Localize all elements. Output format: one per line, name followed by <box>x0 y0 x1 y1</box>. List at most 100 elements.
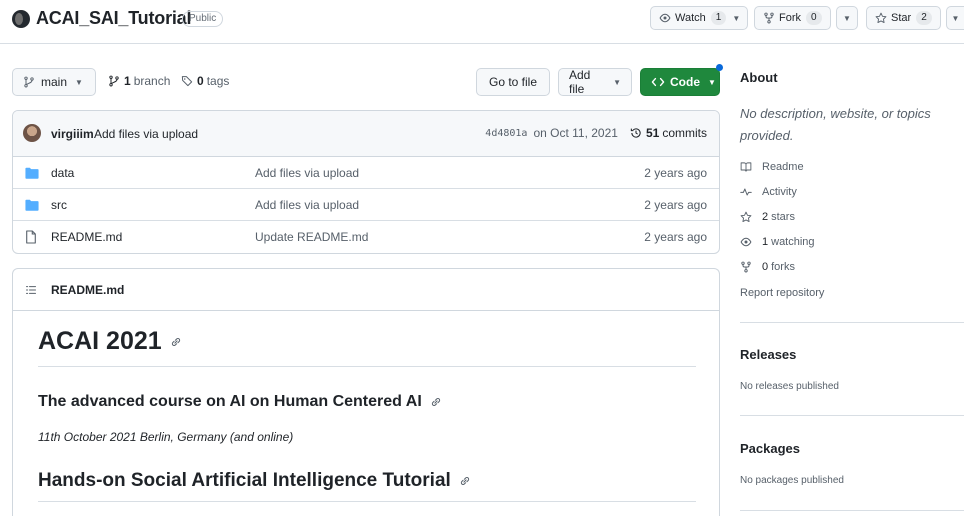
file-commit-message[interactable]: Add files via upload <box>255 166 359 180</box>
code-button[interactable]: Code ▼ <box>640 68 720 96</box>
heading-divider <box>38 366 696 367</box>
file-browser: virgiiim Add files via upload 4d4801a on… <box>12 110 720 254</box>
chevron-down-icon: ▼ <box>613 77 621 87</box>
owner-avatar[interactable] <box>12 10 30 28</box>
fork-icon <box>764 12 774 24</box>
link-icon[interactable] <box>170 336 182 348</box>
heading-text: The advanced course on AI on Human Cente… <box>38 393 422 410</box>
commit-message[interactable]: Add files via upload <box>94 127 198 141</box>
about-heading: About <box>740 70 778 85</box>
forks-count: 0 <box>762 261 769 273</box>
fork-label: Fork <box>779 12 801 24</box>
pulse-icon <box>740 188 752 196</box>
star-dropdown-button[interactable]: ▼ <box>946 6 964 30</box>
book-icon <box>740 162 752 172</box>
fork-count: 0 <box>806 11 822 25</box>
chevron-down-icon: ▼ <box>708 77 716 87</box>
fork-dropdown-button[interactable]: ▼ <box>836 6 858 30</box>
sidebar-divider <box>740 415 964 416</box>
notification-dot <box>716 64 723 71</box>
commit-meta: 4d4801a on Oct 11, 2021 51 commits <box>485 126 707 140</box>
git-branch-icon <box>24 76 34 88</box>
watching-count: 1 <box>762 236 769 248</box>
heading-text: ACAI 2021 <box>38 327 162 355</box>
file-row-data[interactable]: data Add files via upload 2 years ago <box>13 157 719 189</box>
git-branch-icon <box>109 75 119 87</box>
folder-icon <box>25 167 39 179</box>
readme-heading-1: ACAI 2021 <box>38 327 182 356</box>
file-icon <box>26 230 36 244</box>
chevron-down-icon: ▼ <box>843 13 851 23</box>
about-stars-link[interactable]: 2 stars <box>740 211 795 223</box>
star-button[interactable]: Star 2 <box>866 6 941 30</box>
file-commit-message[interactable]: Add files via upload <box>255 198 359 212</box>
tags-link[interactable]: 0 tags <box>181 74 229 88</box>
sidebar-divider <box>740 322 964 323</box>
add-file-button[interactable]: Add file ▼ <box>558 68 632 96</box>
tags-label: tags <box>206 74 230 88</box>
star-icon <box>875 12 887 24</box>
add-file-label: Add file <box>569 68 591 96</box>
readme-heading-course: The advanced course on AI on Human Cente… <box>38 393 442 411</box>
link-icon[interactable] <box>430 396 442 408</box>
about-watching-link[interactable]: 1 watching <box>740 236 815 248</box>
commit-author[interactable]: virgiiim <box>51 127 94 141</box>
link-icon[interactable] <box>459 475 471 487</box>
heading-text: Hands-on Social Artificial Intelligence … <box>38 470 451 491</box>
sidebar-divider <box>740 510 964 511</box>
tags-count: 0 <box>197 74 204 88</box>
stars-label: stars <box>771 211 795 223</box>
heading-divider <box>38 501 696 502</box>
chevron-down-icon: ▼ <box>75 77 83 87</box>
file-age: 2 years ago <box>644 198 707 212</box>
branch-select-button[interactable]: main ▼ <box>12 68 96 96</box>
branch-name: main <box>41 75 68 89</box>
file-row-readme[interactable]: README.md Update README.md 2 years ago <box>13 221 719 253</box>
watch-button[interactable]: Watch 1 ▼ <box>650 6 749 30</box>
about-forks-link[interactable]: 0 forks <box>740 261 795 273</box>
repo-header: ACAI_SAI_Tutorial Public Watch 1 ▼ Fork … <box>0 0 964 44</box>
branches-count: 1 <box>124 74 131 88</box>
readme-date-place: 11th October 2021 Berlin, Germany (and o… <box>38 430 294 444</box>
code-icon <box>651 77 665 87</box>
eye-icon <box>659 13 671 23</box>
commit-date: on Oct 11, 2021 <box>533 126 618 140</box>
watch-count: 1 <box>710 11 727 25</box>
chevron-down-icon: ▼ <box>951 13 960 23</box>
commits-label: commits <box>662 126 707 140</box>
latest-commit-bar: virgiiim Add files via upload 4d4801a on… <box>13 111 719 157</box>
file-row-src[interactable]: src Add files via upload 2 years ago <box>13 189 719 221</box>
forks-label: forks <box>771 261 795 273</box>
go-to-file-button[interactable]: Go to file <box>476 68 550 96</box>
commits-history-link[interactable]: 51 commits <box>630 126 707 140</box>
readme-panel: README.md ACAI 2021 The advanced course … <box>12 268 720 516</box>
code-label: Code <box>670 75 700 89</box>
watch-label: Watch <box>675 12 706 24</box>
chevron-down-icon: ▼ <box>732 13 741 23</box>
file-commit-message[interactable]: Update README.md <box>255 230 368 244</box>
commits-count: 51 <box>645 126 660 140</box>
watching-label: watching <box>771 236 815 248</box>
stars-count: 2 <box>762 211 769 223</box>
list-icon[interactable] <box>25 284 37 296</box>
star-label: Star <box>891 12 912 24</box>
releases-heading[interactable]: Releases <box>740 347 796 362</box>
file-name[interactable]: data <box>51 166 74 180</box>
report-repository-link[interactable]: Report repository <box>740 287 824 299</box>
fork-button[interactable]: Fork 0 <box>754 6 831 30</box>
readme-title[interactable]: README.md <box>51 283 124 297</box>
fork-icon <box>741 261 751 273</box>
avatar[interactable] <box>23 124 41 142</box>
branches-link[interactable]: 1 branch <box>108 74 170 88</box>
packages-heading[interactable]: Packages <box>740 441 800 456</box>
file-name[interactable]: src <box>51 198 67 212</box>
eye-icon <box>740 237 752 247</box>
about-activity-link[interactable]: Activity <box>740 186 797 198</box>
branches-label: branch <box>133 74 171 88</box>
tag-icon <box>181 76 193 87</box>
about-readme-link[interactable]: Readme <box>740 161 804 173</box>
readme-header: README.md <box>13 269 719 311</box>
commit-sha[interactable]: 4d4801a <box>485 128 527 139</box>
repo-name[interactable]: ACAI_SAI_Tutorial <box>36 8 191 29</box>
file-name[interactable]: README.md <box>51 230 122 244</box>
